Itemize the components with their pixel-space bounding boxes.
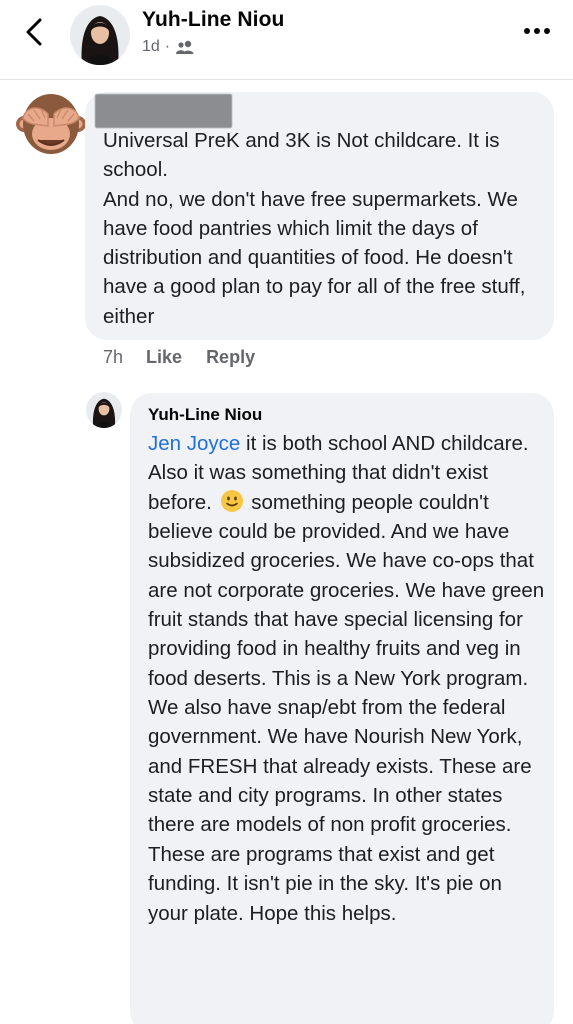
comment-bubble: Universal PreK and 3K is Not childcare. … <box>85 92 554 340</box>
reply-text-part2: something people couldn't believe could … <box>148 490 545 925</box>
reply-author-name[interactable]: Yuh-Line Niou <box>148 405 262 425</box>
back-button[interactable] <box>20 14 52 50</box>
author-avatar[interactable] <box>70 5 130 65</box>
like-button[interactable]: Like <box>146 347 182 368</box>
reply-button[interactable]: Reply <box>206 347 255 368</box>
author-name[interactable]: Yuh-Line Niou <box>142 8 284 32</box>
friends-icon <box>176 40 194 54</box>
mention-link[interactable]: Jen Joyce <box>148 432 240 455</box>
meta-separator: · <box>164 38 171 55</box>
commenter-avatar[interactable] <box>14 88 88 162</box>
reply-text: Jen Joyce it is both school AND childcar… <box>148 429 546 928</box>
post-header: Yuh-Line Niou 1d · <box>0 0 573 80</box>
see-no-evil-monkey-icon <box>16 94 86 154</box>
post-meta: 1d · <box>142 38 195 56</box>
chevron-left-icon <box>26 18 42 46</box>
comment-time[interactable]: 7h <box>103 347 123 368</box>
redacted-author-name <box>95 94 232 128</box>
comment-text: Universal PreK and 3K is Not childcare. … <box>103 129 526 328</box>
more-options-button[interactable] <box>523 24 551 38</box>
reply-author-avatar[interactable] <box>86 392 122 428</box>
reply-bubble: Yuh-Line Niou Jen Joyce it is both schoo… <box>130 393 554 1024</box>
comment-actions: 7h Like Reply <box>103 347 255 368</box>
slightly-smiling-face-icon <box>220 489 243 512</box>
post-time[interactable]: 1d <box>142 38 160 56</box>
more-horizontal-icon <box>524 28 550 34</box>
